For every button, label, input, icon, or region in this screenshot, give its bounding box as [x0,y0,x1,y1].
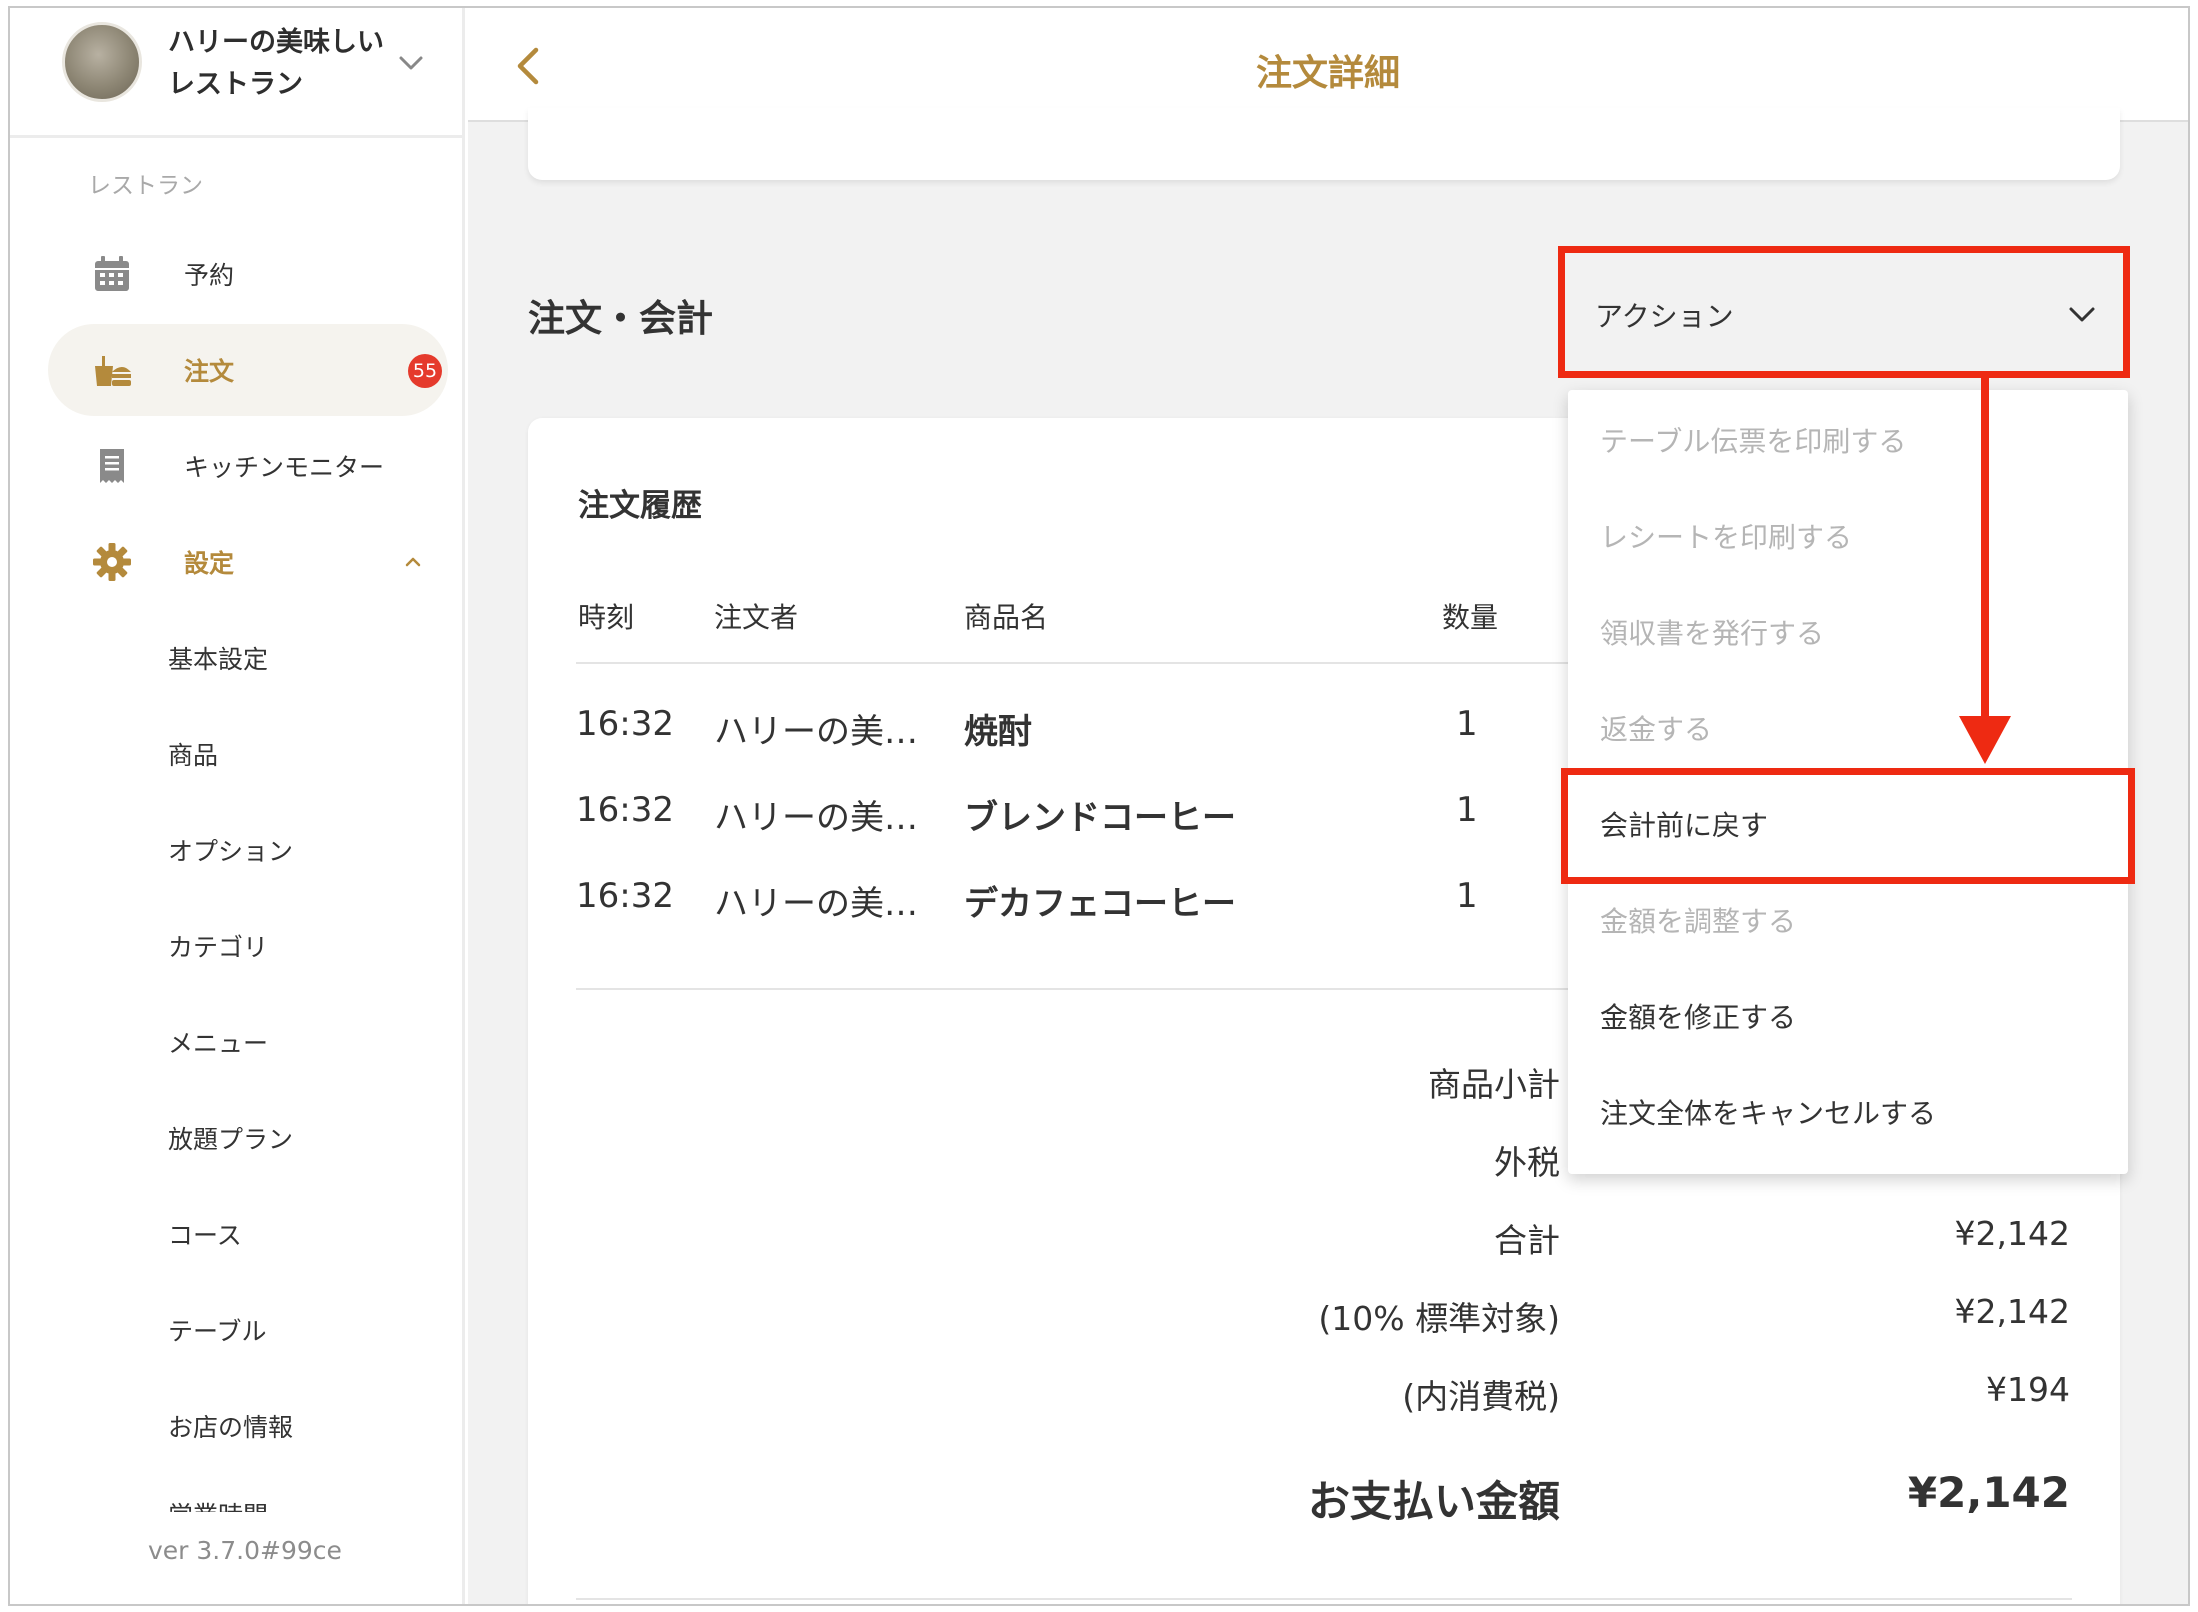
summary-label-standard-rate: (10% 標準対象) [1318,1299,1560,1338]
store-avatar [62,22,142,102]
sidebar-item-label: 予約 [184,261,235,290]
column-header-quantity: 数量 [1442,601,1499,634]
sidebar-item-reservation[interactable]: 予約 [48,228,448,320]
summary-label-included-tax: (内消費税) [1402,1377,1560,1416]
summary-label-subtotal: 商品小計 [1428,1065,1560,1104]
order-history-title: 注文履歴 [578,488,702,524]
gear-icon [93,543,131,581]
annotation-arrow-head [1959,716,2011,764]
sidebar: ハリーの美味しい レストラン レストラン 予約 注文 55 キッチンモニター 設… [10,8,465,1604]
app-version: ver 3.7.0#99ce [148,1536,350,1565]
sidebar-subitem-options[interactable]: オプション [168,832,293,868]
menu-item-adjust-amount: 金額を調整する [1600,905,1797,938]
order-section-title: 注文・会計 [528,297,713,340]
menu-item-cancel-entire-order[interactable]: 注文全体をキャンセルする [1600,1092,1936,1132]
summary-value-standard-rate: ¥2,142 [1954,1292,2070,1331]
summary-value-included-tax: ¥194 [1986,1370,2070,1409]
sidebar-subitem-basic-settings[interactable]: 基本設定 [168,640,268,676]
menu-item-issue-receipt: 領収書を発行する [1600,617,1825,650]
summary-label-total: 合計 [1494,1221,1560,1260]
row-quantity: 1 [1456,704,1478,744]
row-orderer: ハリーの美… [714,798,918,838]
sidebar-item-label: 注文 [184,357,235,386]
sidebar-subitem-products[interactable]: 商品 [168,736,218,772]
receipt-icon [100,449,124,483]
chevron-up-icon[interactable] [398,546,428,576]
sidebar-item-settings[interactable]: 設定 [48,516,448,608]
main-content: 注文詳細 注文・会計 注文履歴 時刻 注文者 商品名 数量 16:32 ハリーの… [468,8,2188,1604]
divider [576,1598,2072,1600]
action-dropdown[interactable]: アクション [1558,246,2130,378]
order-count-badge: 55 [408,354,442,388]
row-product: 焼酎 [964,712,1032,752]
row-time: 16:32 [576,704,674,744]
page-title: 注文詳細 [1255,53,1400,94]
column-header-orderer: 注文者 [714,601,799,634]
column-header-time: 時刻 [578,601,635,634]
action-menu: テーブル伝票を印刷する レシートを印刷する 領収書を発行する 返金する 会計前に… [1561,390,2135,1174]
sidebar-subitem-courses[interactable]: コース [168,1216,242,1252]
row-product: ブレンドコーヒー [964,798,1236,838]
menu-item-print-table-slip: テーブル伝票を印刷する [1600,425,1907,458]
annotation-arrow-line [1981,378,1989,718]
row-time: 16:32 [576,876,674,916]
sidebar-item-label: キッチンモニター [184,453,385,482]
sidebar-item-orders[interactable]: 注文 55 [48,324,448,416]
app-frame: ハリーの美味しい レストラン レストラン 予約 注文 55 キッチンモニター 設… [8,6,2190,1606]
sidebar-subitem-menu[interactable]: メニュー [168,1024,268,1060]
row-time: 16:32 [576,790,674,830]
summary-label-external-tax: 外税 [1494,1143,1560,1182]
sidebar-item-kitchen-monitor[interactable]: キッチンモニター [48,420,448,512]
store-name: ハリーの美味しい レストラン [168,27,384,100]
sidebar-subitem-categories[interactable]: カテゴリ [168,928,268,964]
highlight-box [1561,768,2135,884]
store-switcher[interactable]: ハリーの美味しい レストラン [10,8,465,138]
chevron-down-icon[interactable] [396,48,426,78]
row-orderer: ハリーの美… [714,884,918,924]
sidebar-subitem-store-info[interactable]: お店の情報 [168,1408,293,1444]
row-orderer: ハリーの美… [714,712,918,752]
summary-value-total: ¥2,142 [1954,1214,2070,1253]
chevron-down-icon [2069,307,2095,322]
menu-item-print-receipt: レシートを印刷する [1600,521,1853,554]
sidebar-section-label: レストラン [88,173,203,199]
row-quantity: 1 [1456,876,1478,916]
menu-item-refund: 返金する [1600,713,1713,746]
payment-amount-value: ¥2,142 [1907,1468,2070,1517]
row-product: デカフェコーヒー [964,884,1236,924]
menu-item-correct-amount[interactable]: 金額を修正する [1600,996,1796,1036]
sidebar-subitem-tables[interactable]: テーブル [168,1312,267,1348]
calendar-icon [95,256,129,291]
row-quantity: 1 [1456,790,1478,830]
sidebar-item-label: 設定 [184,549,235,578]
sidebar-subitem-all-you-can-plans[interactable]: 放題プラン [168,1120,293,1156]
page-header: 注文詳細 [468,8,2188,122]
sidebar-subitem-business-hours[interactable]: 営業時間 [168,1498,288,1512]
order-bag-icon [95,356,131,386]
payment-amount-label: お支払い金額 [1307,1477,1560,1526]
column-header-product: 商品名 [964,601,1049,634]
action-dropdown-label: アクション [1595,300,1734,333]
order-info-card [528,108,2120,180]
